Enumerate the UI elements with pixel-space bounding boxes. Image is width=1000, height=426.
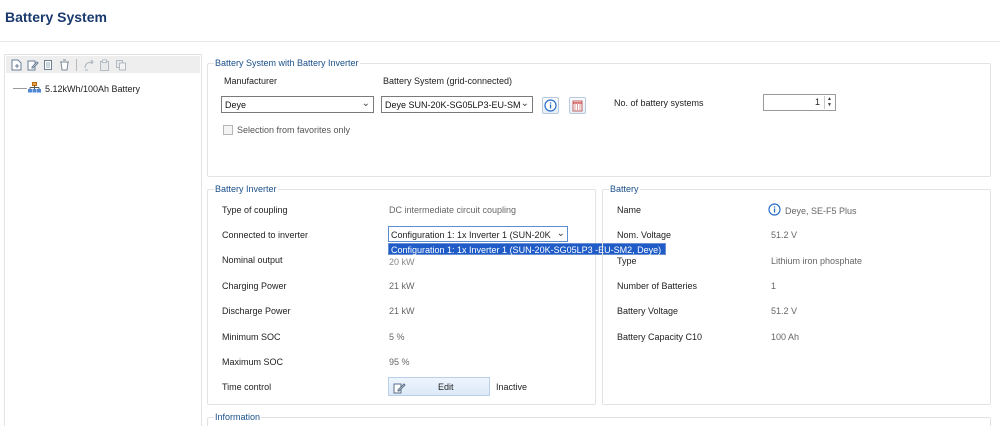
battery-count-label: No. of battery systems xyxy=(614,98,704,108)
edit-button-label: Edit xyxy=(438,382,454,392)
duplicate-icon[interactable] xyxy=(114,58,127,71)
chevron-down-icon: ⌄ xyxy=(361,98,370,109)
datasheet-button[interactable] xyxy=(569,97,586,114)
favorites-label: Selection from favorites only xyxy=(237,125,351,135)
toolbar-separator xyxy=(76,58,77,71)
info-icon xyxy=(544,99,557,112)
paste-icon[interactable] xyxy=(98,58,111,71)
delete-icon[interactable] xyxy=(58,58,71,71)
copy-icon[interactable] xyxy=(42,58,55,71)
datasheet-icon xyxy=(572,100,583,111)
battery-network-icon xyxy=(28,82,41,95)
battery-system-select[interactable]: Deye SUN-20K-SG05LP3-EU-SM2 ⌄ xyxy=(381,96,533,113)
title-divider xyxy=(0,41,1000,42)
battery-voltage-value: 51.2 V xyxy=(771,306,798,316)
discharge-power-value: 21 kW xyxy=(389,306,415,316)
stepper-down-icon[interactable]: ▼ xyxy=(825,102,834,108)
battery-group: Battery xyxy=(602,184,991,405)
tree-panel: 5.12kWh/100Ah Battery xyxy=(4,54,202,426)
time-control-status: Inactive xyxy=(496,382,528,392)
nom-voltage-value: 51.2 V xyxy=(771,230,798,240)
info-button[interactable] xyxy=(542,97,559,114)
edit-icon xyxy=(393,381,406,396)
coupling-label: Type of coupling xyxy=(222,205,288,215)
information-group-title: Information xyxy=(214,412,262,422)
discharge-power-label: Discharge Power xyxy=(222,306,291,316)
battery-name-value: Deye, SE-F5 Plus xyxy=(785,206,857,216)
system-group: Battery System with Battery Inverter xyxy=(207,58,991,177)
nom-voltage-label: Nom. Voltage xyxy=(617,230,672,240)
manufacturer-select[interactable]: Deye ⌄ xyxy=(221,96,374,113)
charging-power-label: Charging Power xyxy=(222,281,287,291)
maximum-soc-label: Maximum SOC xyxy=(222,357,284,367)
battery-type-value: Lithium iron phosphate xyxy=(771,256,863,266)
battery-capacity-value: 100 Ah xyxy=(771,332,800,342)
chevron-down-icon: ⌄ xyxy=(556,228,565,239)
tree-item-label: 5.12kWh/100Ah Battery xyxy=(45,83,141,94)
edit-icon[interactable] xyxy=(26,58,39,71)
charging-power-value: 21 kW xyxy=(389,281,415,291)
connected-inverter-label: Connected to inverter xyxy=(222,230,309,240)
battery-system-value: Deye SUN-20K-SG05LP3-EU-SM2 xyxy=(385,100,526,110)
maximum-soc-value: 95 % xyxy=(389,357,410,367)
system-group-title: Battery System with Battery Inverter xyxy=(214,58,360,68)
information-group: Information xyxy=(207,412,991,426)
battery-group-title: Battery xyxy=(609,184,640,194)
nominal-output-label: Nominal output xyxy=(222,255,283,265)
time-control-label: Time control xyxy=(222,382,272,392)
stepper-buttons[interactable]: ▲ ▼ xyxy=(824,96,834,109)
favorites-checkbox[interactable] xyxy=(223,125,233,135)
battery-type-label: Type xyxy=(617,256,637,266)
nominal-output-value: 20 kW xyxy=(389,257,415,267)
inverter-group-title: Battery Inverter xyxy=(214,184,278,194)
edit-button[interactable]: Edit xyxy=(388,377,490,396)
chevron-down-icon: ⌄ xyxy=(520,98,529,109)
connect-icon[interactable] xyxy=(82,58,95,71)
battery-count-value: 1 xyxy=(771,281,777,291)
info-icon[interactable] xyxy=(768,203,781,218)
tree-item-battery[interactable]: 5.12kWh/100Ah Battery xyxy=(13,82,140,95)
connected-inverter-value: Configuration 1: 1x Inverter 1 (SUN-20K xyxy=(391,230,551,240)
inverter-group: Battery Inverter xyxy=(207,184,596,405)
battery-system-label: Battery System (grid-connected) xyxy=(383,76,513,86)
battery-voltage-label: Battery Voltage xyxy=(617,306,679,316)
page-title: Battery System xyxy=(5,9,107,25)
battery-count-value: 1 xyxy=(814,97,820,107)
battery-count-label: Number of Batteries xyxy=(617,281,698,291)
manufacturer-label: Manufacturer xyxy=(224,76,278,86)
tree-connector xyxy=(13,88,27,89)
connected-inverter-select[interactable]: Configuration 1: 1x Inverter 1 (SUN-20K … xyxy=(388,226,568,242)
new-icon[interactable] xyxy=(10,58,23,71)
battery-capacity-label: Battery Capacity C10 xyxy=(617,332,703,342)
minimum-soc-value: 5 % xyxy=(389,332,405,342)
minimum-soc-label: Minimum SOC xyxy=(222,332,281,342)
coupling-value: DC intermediate circuit coupling xyxy=(389,205,517,215)
tree-toolbar xyxy=(6,56,200,73)
manufacturer-value: Deye xyxy=(225,100,247,110)
battery-count-stepper[interactable]: 1 ▲ ▼ xyxy=(763,94,836,111)
battery-name-label: Name xyxy=(617,205,642,215)
